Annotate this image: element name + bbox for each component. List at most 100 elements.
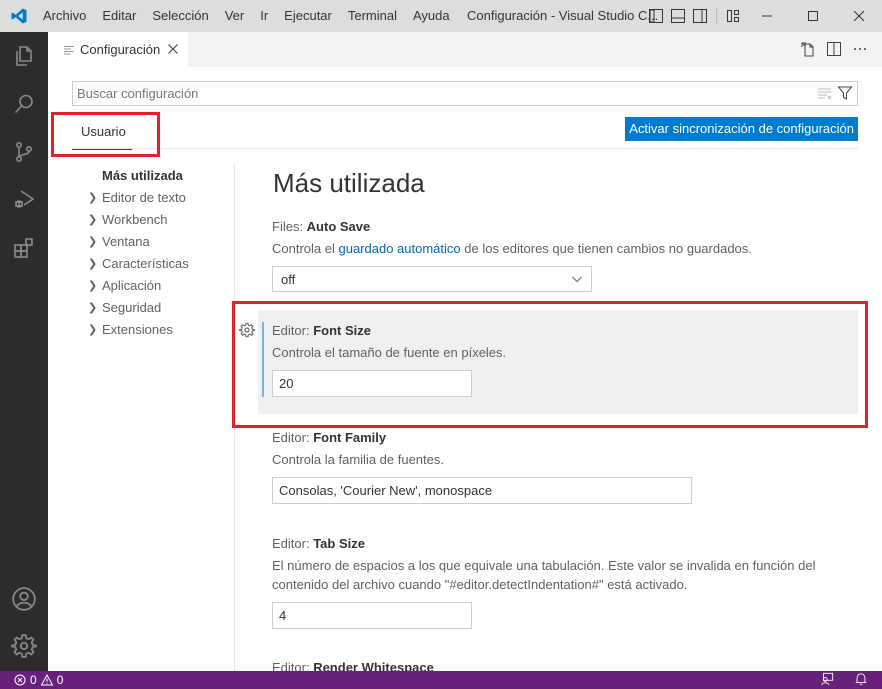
setting-files-auto-save: Files: Auto Save Controla el guardado au… xyxy=(272,217,858,292)
layout-controls xyxy=(648,8,741,24)
setting-name: Auto Save xyxy=(306,219,371,234)
warning-icon xyxy=(40,674,53,686)
setting-name: Tab Size xyxy=(313,536,365,551)
extensions-icon[interactable] xyxy=(0,224,48,272)
menu-terminal[interactable]: Terminal xyxy=(340,0,405,32)
source-control-icon[interactable] xyxy=(0,128,48,176)
search-icon[interactable] xyxy=(0,80,48,128)
chevron-down-icon xyxy=(572,276,582,283)
chevron-right-icon: ❯ xyxy=(88,301,98,314)
toc-item-seguridad[interactable]: ❯ Seguridad xyxy=(72,296,234,318)
toc-label: Seguridad xyxy=(102,299,162,315)
menu-ayuda[interactable]: Ayuda xyxy=(405,0,458,32)
setting-title: Files: Auto Save xyxy=(272,217,858,237)
maximize-button[interactable] xyxy=(790,0,836,32)
live-share-feedback-icon[interactable] xyxy=(820,672,834,686)
select-value: off xyxy=(281,271,296,287)
activity-bar xyxy=(0,32,48,671)
setting-editor-font-family: Editor: Font Family Controla la familia … xyxy=(272,428,858,504)
clear-filter-icon[interactable] xyxy=(817,85,833,101)
problems-status[interactable]: 0 0 xyxy=(0,673,63,687)
enable-settings-sync-button[interactable]: Activar sincronización de configuración xyxy=(625,117,858,141)
chevron-right-icon: ❯ xyxy=(88,235,98,248)
warning-count: 0 xyxy=(56,673,64,687)
toc-label: Editor de texto xyxy=(102,189,186,205)
split-editor-icon xyxy=(827,42,841,56)
toc-label: Workbench xyxy=(102,211,168,227)
menu-archivo[interactable]: Archivo xyxy=(36,0,94,32)
chevron-right-icon: ❯ xyxy=(88,213,98,226)
toggle-primary-sidebar-icon[interactable] xyxy=(648,8,664,24)
close-icon xyxy=(168,44,179,54)
setting-category: Editor: xyxy=(272,536,314,551)
annotation-highlight-font-size xyxy=(232,301,868,428)
toggle-panel-icon[interactable] xyxy=(670,8,686,24)
chevron-right-icon: ❯ xyxy=(88,323,98,336)
menu-editar[interactable]: Editar xyxy=(94,0,144,32)
menu-ver[interactable]: Ver xyxy=(217,0,253,32)
toggle-secondary-sidebar-icon[interactable] xyxy=(692,8,708,24)
setting-description: Controla el guardado automático de los e… xyxy=(272,239,858,258)
manage-gear-icon[interactable] xyxy=(0,622,48,670)
tab-size-input[interactable] xyxy=(272,602,472,629)
ellipsis-icon xyxy=(854,48,866,50)
toc-item-aplicacion[interactable]: ❯ Aplicación xyxy=(72,274,234,296)
setting-description: El número de espacios a los que equivale… xyxy=(272,558,816,592)
toc-label: Extensiones xyxy=(102,321,173,337)
title-bar: Archivo Editar Selección Ver Ir Ejecutar… xyxy=(0,0,882,32)
error-icon xyxy=(14,674,26,686)
menu-ir[interactable]: Ir xyxy=(252,0,276,32)
settings-search-box xyxy=(72,81,858,106)
toc-item-extensiones[interactable]: ❯ Extensiones xyxy=(72,318,234,340)
auto-save-select[interactable]: off xyxy=(272,266,592,292)
status-bar: 0 0 xyxy=(0,671,882,689)
window-controls xyxy=(744,0,882,32)
accounts-icon[interactable] xyxy=(0,575,48,623)
section-title: Más utilizada xyxy=(273,168,425,198)
minimize-icon xyxy=(762,15,772,17)
settings-search-input[interactable] xyxy=(73,86,803,101)
setting-category: Editor: xyxy=(272,430,314,445)
toc-item-ventana[interactable]: ❯ Ventana xyxy=(72,230,234,252)
tab-close-button[interactable] xyxy=(168,42,179,57)
menu-ejecutar[interactable]: Ejecutar xyxy=(276,0,340,32)
toc-label: Ventana xyxy=(102,233,150,249)
toc-item-editor-de-texto[interactable]: ❯ Editor de texto xyxy=(72,186,234,208)
chevron-right-icon: ❯ xyxy=(88,279,98,292)
font-family-input[interactable] xyxy=(272,477,692,504)
toc-item-workbench[interactable]: ❯ Workbench xyxy=(72,208,234,230)
chevron-right-icon: ❯ xyxy=(88,257,98,270)
tab-configuracion[interactable]: Configuración xyxy=(48,32,188,67)
vscode-logo-icon xyxy=(2,0,36,32)
customize-layout-icon[interactable] xyxy=(725,8,741,24)
layout-divider xyxy=(716,8,717,24)
setting-description: Controla la familia de fuentes. xyxy=(272,452,444,467)
explorer-icon[interactable] xyxy=(0,32,48,80)
toc-item-caracteristicas[interactable]: ❯ Características xyxy=(72,252,234,274)
setting-title: Editor: Font Family xyxy=(272,428,858,448)
close-window-button[interactable] xyxy=(836,0,882,32)
error-count: 0 xyxy=(30,673,37,687)
maximize-icon xyxy=(808,11,818,21)
toc-item-mas-utilizada[interactable]: Más utilizada xyxy=(72,164,234,186)
more-actions-button[interactable] xyxy=(852,41,868,57)
filter-icon[interactable] xyxy=(837,85,853,101)
window-title: Configuración - Visual Studio C... xyxy=(467,8,659,23)
menu-seleccion[interactable]: Selección xyxy=(144,0,216,32)
annotation-highlight-user-tab xyxy=(51,112,160,157)
auto-save-link[interactable]: guardado automático xyxy=(338,241,460,256)
menu-bar: Archivo Editar Selección Ver Ir Ejecutar… xyxy=(36,0,458,32)
minimize-button[interactable] xyxy=(744,0,790,32)
close-icon xyxy=(854,11,864,21)
chevron-right-icon: ❯ xyxy=(88,191,98,204)
notifications-bell-icon[interactable] xyxy=(854,672,868,686)
description-text: de los editores que tienen cambios no gu… xyxy=(460,241,752,256)
setting-editor-tab-size: Editor: Tab Size El número de espacios a… xyxy=(272,534,858,629)
setting-title: Editor: Tab Size xyxy=(272,534,858,554)
editor-tab-bar: Configuración xyxy=(48,32,882,67)
split-editor-button[interactable] xyxy=(826,41,842,57)
search-actions xyxy=(817,85,853,101)
open-settings-json-button[interactable] xyxy=(800,41,816,57)
status-right-items xyxy=(820,672,868,686)
run-debug-icon[interactable] xyxy=(0,176,48,224)
